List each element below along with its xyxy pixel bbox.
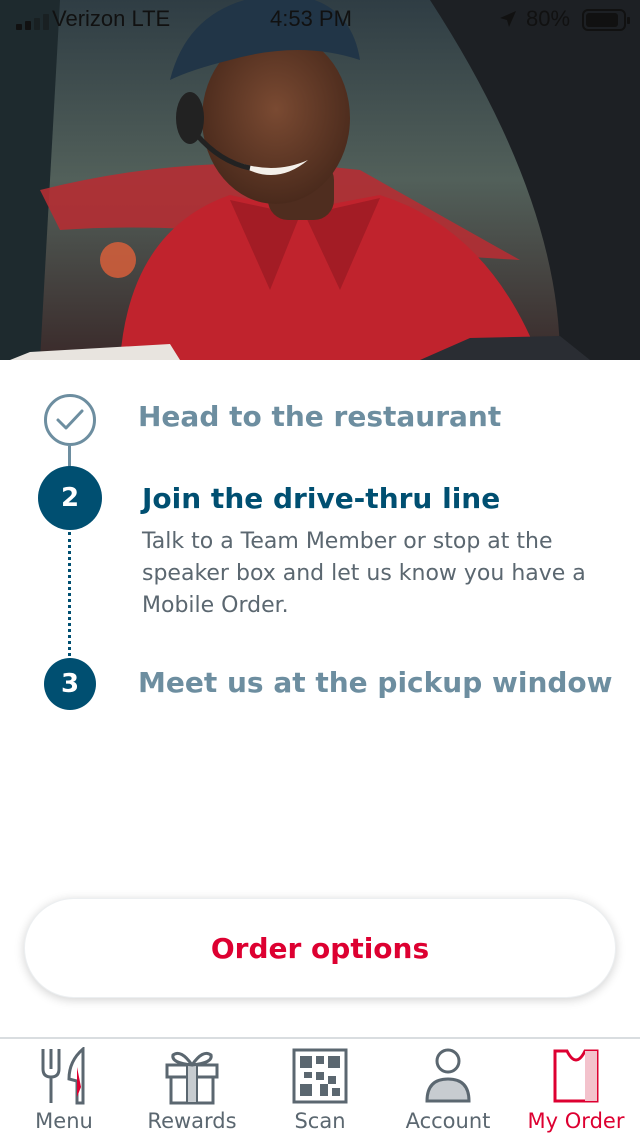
person-icon bbox=[425, 1048, 471, 1103]
signal-icon bbox=[16, 14, 50, 30]
tab-scan[interactable]: Scan bbox=[256, 1039, 384, 1136]
qr-code-icon bbox=[292, 1048, 348, 1104]
tab-menu[interactable]: Menu bbox=[0, 1039, 128, 1136]
step-number-badge: 3 bbox=[44, 658, 96, 710]
tab-bar: Menu Rewards Scan Account My Order bbox=[0, 1037, 640, 1136]
clock: 4:53 PM bbox=[270, 6, 352, 31]
step-number-badge: 2 bbox=[38, 466, 102, 530]
tab-label: Rewards bbox=[147, 1109, 237, 1133]
bag-icon bbox=[553, 1049, 599, 1103]
tab-label: Menu bbox=[35, 1109, 93, 1133]
step-description: Talk to a Team Member or stop at the spe… bbox=[142, 529, 586, 618]
tab-label: Account bbox=[405, 1109, 491, 1133]
carrier-label: Verizon LTE bbox=[52, 6, 171, 31]
step-title-join-line: Join the drive-thru line bbox=[142, 482, 501, 515]
fork-knife-icon bbox=[41, 1047, 85, 1105]
status-bar: Verizon LTE 4:53 PM 80% bbox=[0, 0, 640, 40]
tab-label: Scan bbox=[294, 1109, 346, 1133]
tab-rewards[interactable]: Rewards bbox=[128, 1039, 256, 1136]
check-icon bbox=[56, 409, 84, 430]
step-connector-dotted bbox=[68, 532, 71, 656]
step-completed-indicator bbox=[44, 394, 96, 446]
tab-account[interactable]: Account bbox=[384, 1039, 512, 1136]
tab-my-order[interactable]: My Order bbox=[512, 1039, 640, 1136]
tab-label: My Order bbox=[527, 1109, 625, 1133]
order-options-button[interactable]: Order options bbox=[24, 898, 616, 998]
battery-percent: 80% bbox=[526, 6, 571, 31]
hero-image bbox=[0, 0, 640, 360]
drive-thru-photo bbox=[0, 0, 640, 360]
location-arrow-icon bbox=[500, 11, 516, 27]
gift-icon bbox=[165, 1051, 219, 1105]
battery-icon bbox=[582, 9, 630, 31]
step-title-head-to-restaurant: Head to the restaurant bbox=[138, 400, 502, 433]
step-connector bbox=[68, 446, 71, 468]
step-title-pickup-window: Meet us at the pickup window bbox=[138, 666, 613, 699]
order-options-label: Order options bbox=[210, 931, 430, 965]
